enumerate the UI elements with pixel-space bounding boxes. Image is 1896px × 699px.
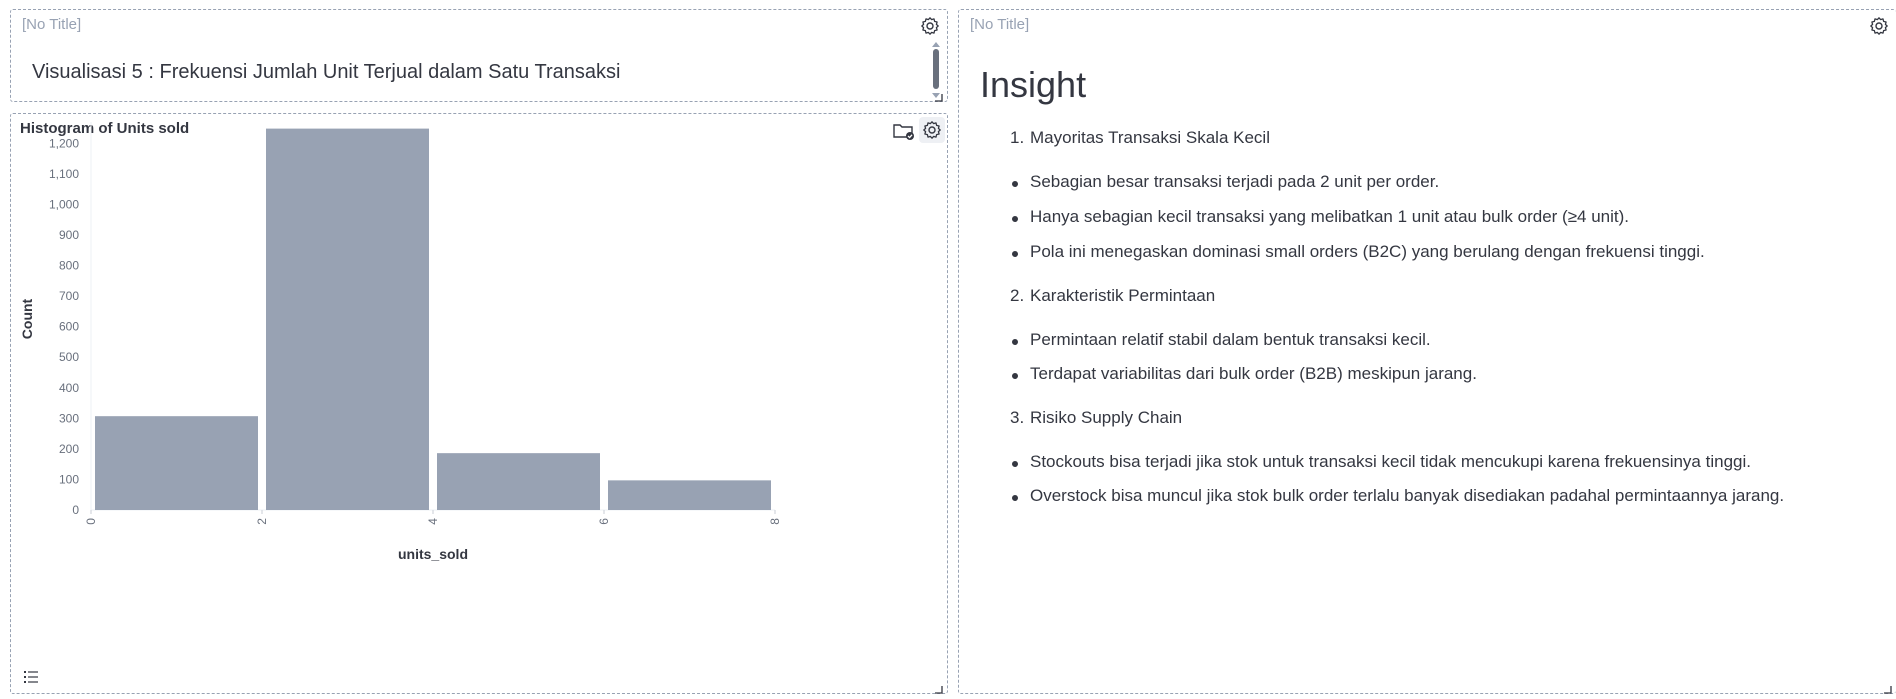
bullet-dot	[1012, 495, 1018, 501]
item-text: Risiko Supply Chain	[1030, 408, 1183, 427]
resize-handle[interactable]	[1884, 681, 1892, 694]
y-tick-label: 900	[59, 228, 79, 242]
y-tick-label: 1,100	[49, 167, 79, 181]
bullet-dot	[1012, 373, 1018, 379]
histogram-panel: Histogram of Units sold 0 100 200 300 400 500…	[10, 113, 948, 694]
item-text: Stockouts bisa terjadi jika stok untuk t…	[1030, 452, 1751, 471]
visualization-title-panel: [No Title] Visualisasi 5 : Frekuensi Jum…	[10, 9, 948, 102]
x-tick-label: 0	[84, 518, 98, 525]
y-tick-label: 700	[59, 289, 79, 303]
y-tick-label: 100	[59, 472, 79, 486]
item-text: Hanya sebagian kecil transaksi yang meli…	[1030, 207, 1629, 226]
histogram-bar	[437, 453, 600, 510]
item-text: Mayoritas Transaksi Skala Kecil	[1030, 128, 1270, 147]
item-number: 2.	[1010, 286, 1025, 305]
item-text: Permintaan relatif stabil dalam bentuk t…	[1030, 330, 1431, 349]
gear-icon[interactable]	[917, 13, 943, 39]
y-tick-label: 200	[59, 442, 79, 456]
item-text: Terdapat variabilitas dari bulk order (B…	[1030, 364, 1477, 383]
gear-icon[interactable]	[1866, 13, 1892, 39]
item-text: Pola ini menegaskan dominasi small order…	[1030, 242, 1705, 261]
insight-heading: Insight	[980, 64, 1087, 105]
bullet-dot	[1012, 216, 1018, 222]
bullet-dot	[1012, 181, 1018, 187]
y-axis-title: Count	[19, 298, 35, 339]
resize-handle[interactable]	[935, 89, 943, 102]
bullet-dot	[1012, 251, 1018, 257]
histogram-bar	[266, 128, 429, 510]
resize-handle[interactable]	[935, 681, 943, 694]
item-text: Karakteristik Permintaan	[1030, 286, 1216, 305]
bullet-dot	[1012, 339, 1018, 345]
visualization-title-text: Visualisasi 5 : Frekuensi Jumlah Unit Te…	[32, 61, 621, 83]
legend-toggle-icon[interactable]	[22, 668, 40, 686]
x-tick-label: 2	[255, 518, 269, 525]
y-tick-label: 0	[72, 503, 79, 517]
y-tick-label: 1,200	[49, 136, 79, 150]
y-tick-label: 400	[59, 381, 79, 395]
histogram-chart: 0 100 200 300 400 500 600 700 800 900 1,000 1,100 1,…	[19, 122, 782, 562]
insight-panel: [No Title] Insight 1. Mayoritas Transaksi…	[958, 9, 1896, 694]
bullet-dot	[1012, 461, 1018, 467]
x-tick-label: 8	[768, 518, 782, 525]
item-number: 1.	[1010, 128, 1025, 147]
item-text: Overstock bisa muncul jika stok bulk ord…	[1030, 486, 1785, 505]
histogram-bar	[95, 416, 258, 510]
x-axis-title: units_sold	[398, 546, 468, 562]
panel-header: [No Title]	[970, 16, 1030, 33]
item-text: Sebagian besar transaksi terjadi pada 2 …	[1030, 172, 1440, 191]
y-tick-label: 1,000	[49, 197, 79, 211]
x-tick-label: 6	[597, 518, 611, 525]
y-tick-label: 300	[59, 411, 79, 425]
panel-header: [No Title]	[22, 16, 82, 33]
x-tick-label: 4	[426, 518, 440, 525]
y-tick-label: 500	[59, 350, 79, 364]
histogram-bar	[608, 480, 771, 510]
y-tick-label: 600	[59, 320, 79, 334]
y-tick-label: 800	[59, 259, 79, 273]
item-number: 3.	[1010, 408, 1025, 427]
